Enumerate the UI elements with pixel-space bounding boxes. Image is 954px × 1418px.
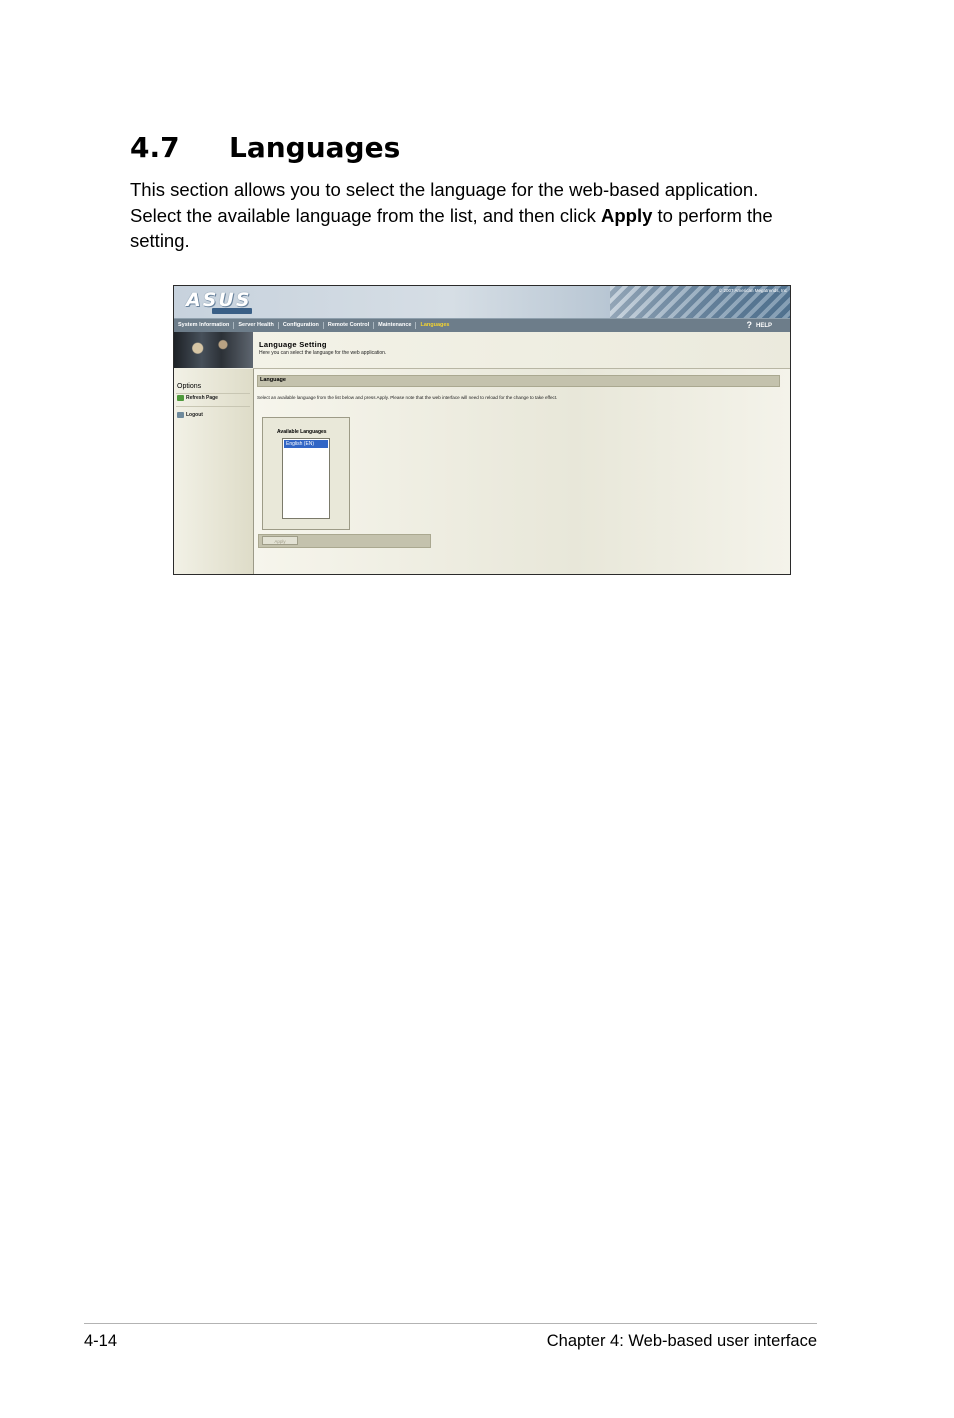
header-banner: ASUS © 2007 American Megatrends, Inc	[174, 286, 790, 318]
page-title: Language Setting	[259, 340, 327, 349]
language-listbox[interactable]: English (EN)	[282, 438, 330, 519]
section-number: 4.7	[130, 131, 180, 164]
nav-configuration[interactable]: Configuration	[279, 322, 324, 329]
chapter-title: Chapter 4: Web-based user interface	[546, 1332, 817, 1350]
nav-system-information[interactable]: System Information	[174, 322, 235, 329]
sidebar-heading: Options	[177, 383, 202, 390]
footer-divider	[84, 1323, 817, 1324]
language-section-header: Language	[257, 375, 780, 387]
page-number: 4-14	[84, 1332, 118, 1350]
sidebar-item-logout[interactable]: Logout	[177, 412, 203, 418]
web-ui-screenshot: ASUS © 2007 American Megatrends, Inc Sys…	[173, 285, 791, 575]
top-nav-bar: System Information Server Health Configu…	[174, 318, 790, 332]
refresh-icon	[177, 395, 184, 401]
intro-apply-bold: Apply	[601, 204, 653, 226]
sidebar-item-label: Refresh Page	[186, 395, 218, 401]
sidebar-item-refresh-page[interactable]: Refresh Page	[177, 395, 218, 401]
page-subtitle: Here you can select the language for the…	[259, 350, 387, 356]
section-title-text: Languages	[229, 131, 401, 164]
sidebar-divider	[176, 393, 250, 394]
sidebar-item-label: Logout	[186, 412, 203, 418]
available-languages-box: Available Languages English (EN)	[262, 417, 350, 530]
language-section-label: Language	[260, 377, 286, 383]
main-content: Language Select an available language fr…	[254, 369, 790, 574]
language-option-english[interactable]: English (EN)	[284, 440, 328, 448]
help-link[interactable]: ? HELP	[746, 320, 772, 330]
header-photo	[174, 332, 253, 368]
intro-paragraph: This section allows you to select the la…	[130, 177, 810, 254]
apply-bar: Apply	[258, 534, 431, 548]
nav-maintenance[interactable]: Maintenance	[374, 322, 417, 329]
instruction-text: Select an available language from the li…	[257, 395, 558, 400]
nav-remote-control[interactable]: Remote Control	[324, 322, 375, 329]
page-heading-bar: Language Setting Here you can select the…	[253, 332, 790, 369]
copyright-text: © 2007 American Megatrends, Inc	[718, 288, 787, 293]
available-languages-label: Available Languages	[277, 429, 327, 435]
help-label: HELP	[755, 323, 772, 329]
section-title: 4.7 Languages	[130, 130, 400, 166]
nav-languages[interactable]: Languages	[416, 322, 453, 329]
sidebar-divider	[176, 406, 250, 407]
nav-server-health[interactable]: Server Health	[234, 322, 279, 329]
help-icon: ?	[746, 320, 752, 330]
logout-icon	[177, 412, 184, 418]
options-sidebar: Options Refresh Page Logout	[174, 369, 254, 574]
logo-subbar	[212, 308, 252, 314]
apply-button[interactable]: Apply	[262, 536, 298, 545]
